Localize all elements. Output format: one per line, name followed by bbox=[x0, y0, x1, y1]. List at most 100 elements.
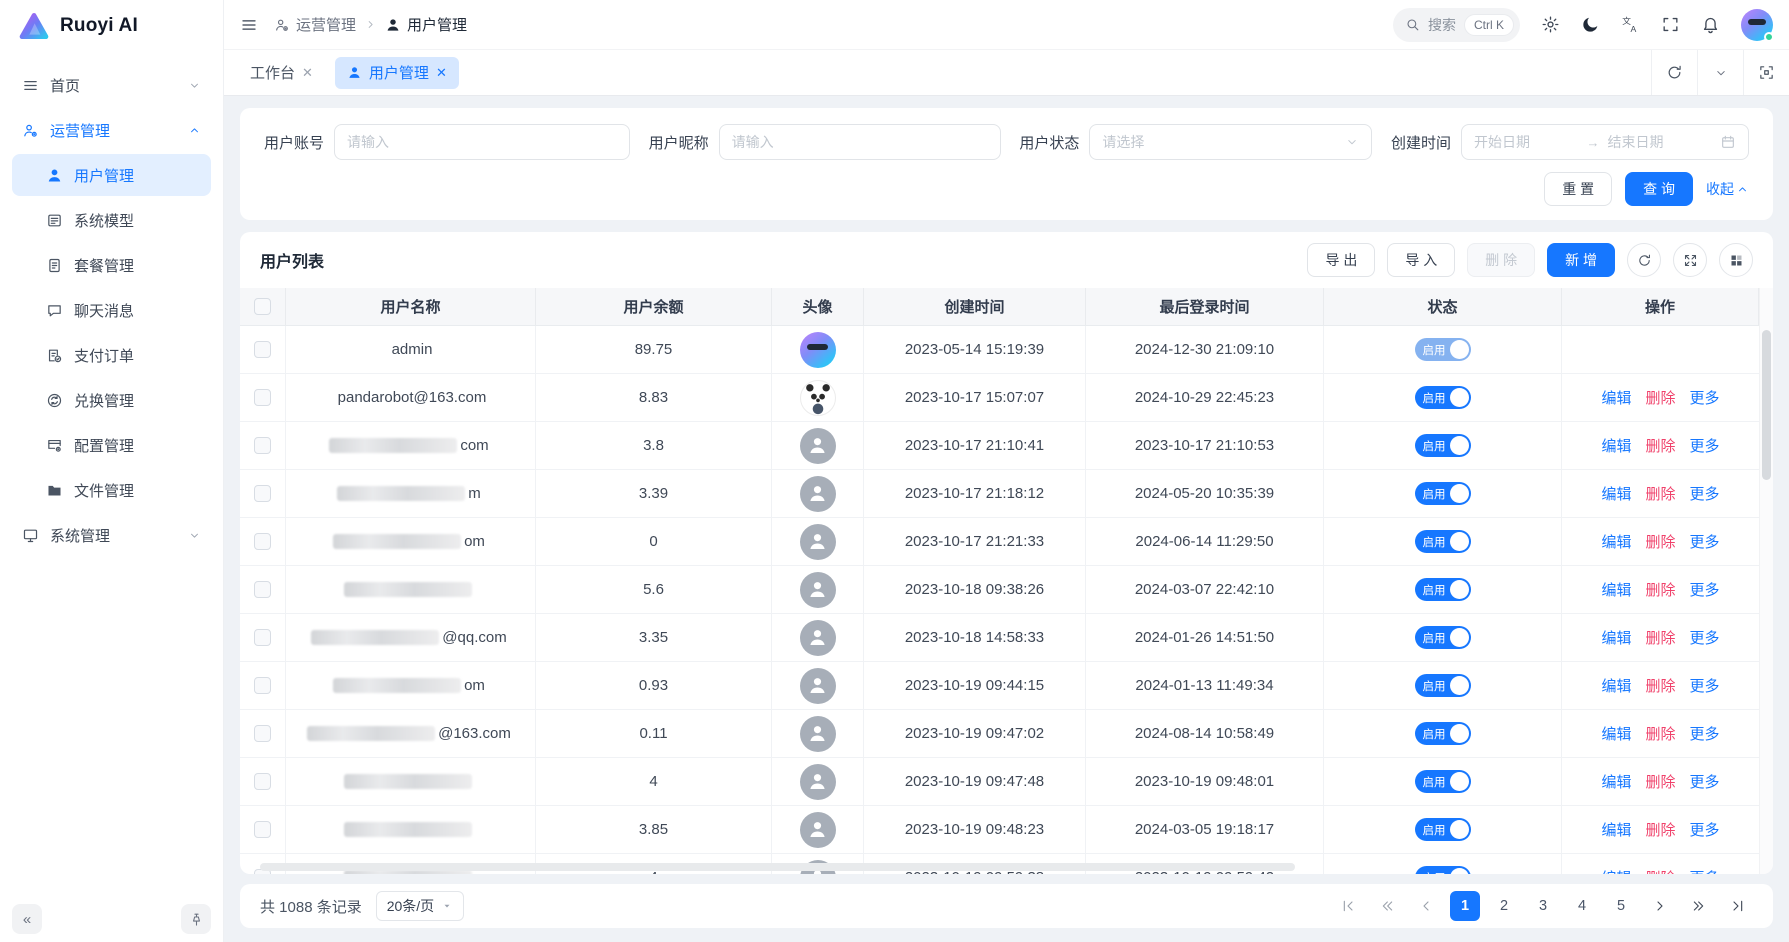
column-settings-button[interactable] bbox=[1719, 243, 1753, 277]
back-5-pages-button[interactable] bbox=[1372, 891, 1402, 921]
row-checkbox[interactable] bbox=[254, 725, 271, 742]
reset-button[interactable]: 重 置 bbox=[1544, 172, 1612, 206]
notifications-bell-icon[interactable] bbox=[1701, 15, 1720, 34]
page-number-button[interactable]: 1 bbox=[1450, 891, 1480, 921]
row-checkbox[interactable] bbox=[254, 341, 271, 358]
more-link[interactable]: 更多 bbox=[1690, 483, 1720, 504]
close-tab-icon[interactable]: ✕ bbox=[436, 65, 447, 81]
row-checkbox[interactable] bbox=[254, 629, 271, 646]
collapse-filter-link[interactable]: 收起 bbox=[1706, 179, 1749, 199]
edit-link[interactable]: 编辑 bbox=[1601, 675, 1631, 696]
more-link[interactable]: 更多 bbox=[1690, 387, 1720, 408]
expand-table-button[interactable] bbox=[1673, 243, 1707, 277]
collapse-sidebar-button[interactable]: « bbox=[12, 904, 42, 934]
row-checkbox[interactable] bbox=[254, 821, 271, 838]
tab-options-button[interactable] bbox=[1697, 50, 1743, 95]
status-toggle[interactable]: 启用 bbox=[1415, 674, 1471, 697]
sidebar-subitem[interactable]: 系统模型 bbox=[12, 199, 211, 241]
status-toggle[interactable]: 启用 bbox=[1415, 722, 1471, 745]
edit-link[interactable]: 编辑 bbox=[1601, 819, 1631, 840]
delete-link[interactable]: 删除 bbox=[1645, 771, 1675, 792]
account-input[interactable] bbox=[334, 124, 630, 160]
delete-link[interactable]: 删除 bbox=[1645, 435, 1675, 456]
search-button[interactable]: 查 询 bbox=[1625, 172, 1693, 206]
hamburger-menu-icon[interactable] bbox=[240, 16, 258, 34]
delete-link[interactable]: 删除 bbox=[1645, 579, 1675, 600]
edit-link[interactable]: 编辑 bbox=[1601, 483, 1631, 504]
next-page-button[interactable] bbox=[1645, 891, 1675, 921]
sidebar-item-system[interactable]: 系统管理 bbox=[12, 514, 211, 556]
nickname-input[interactable] bbox=[719, 124, 1001, 160]
row-checkbox[interactable] bbox=[254, 485, 271, 502]
more-link[interactable]: 更多 bbox=[1690, 627, 1720, 648]
status-toggle[interactable]: 启用 bbox=[1415, 626, 1471, 649]
sidebar-subitem[interactable]: 兑换管理 bbox=[12, 379, 211, 421]
global-search[interactable]: 搜索 Ctrl K bbox=[1393, 8, 1520, 42]
dark-mode-moon-icon[interactable] bbox=[1581, 15, 1600, 34]
language-translate-icon[interactable]: 文A bbox=[1621, 15, 1640, 34]
status-toggle[interactable]: 启用 bbox=[1415, 818, 1471, 841]
status-select[interactable]: 请选择 bbox=[1089, 124, 1372, 160]
vertical-scrollbar-thumb[interactable] bbox=[1762, 330, 1771, 480]
more-link[interactable]: 更多 bbox=[1690, 579, 1720, 600]
delete-link[interactable]: 删除 bbox=[1645, 387, 1675, 408]
edit-link[interactable]: 编辑 bbox=[1601, 627, 1631, 648]
user-avatar[interactable] bbox=[1741, 9, 1773, 41]
delete-link[interactable]: 删除 bbox=[1645, 819, 1675, 840]
more-link[interactable]: 更多 bbox=[1690, 675, 1720, 696]
status-toggle[interactable]: 启用 bbox=[1415, 482, 1471, 505]
status-toggle[interactable]: 启用 bbox=[1415, 530, 1471, 553]
row-checkbox[interactable] bbox=[254, 533, 271, 550]
sidebar-subitem[interactable]: 用户管理 bbox=[12, 154, 211, 196]
row-checkbox[interactable] bbox=[254, 581, 271, 598]
page-size-select[interactable]: 20条/页 bbox=[376, 891, 464, 921]
page-tab[interactable]: 用户管理 ✕ bbox=[335, 57, 459, 89]
first-page-button[interactable] bbox=[1333, 891, 1363, 921]
status-toggle[interactable]: 启用 bbox=[1415, 578, 1471, 601]
last-page-button[interactable] bbox=[1723, 891, 1753, 921]
sidebar-subitem[interactable]: 聊天消息 bbox=[12, 289, 211, 331]
more-link[interactable]: 更多 bbox=[1690, 771, 1720, 792]
sidebar-subitem[interactable]: 支付订单 bbox=[12, 334, 211, 376]
row-checkbox[interactable] bbox=[254, 389, 271, 406]
edit-link[interactable]: 编辑 bbox=[1601, 435, 1631, 456]
edit-link[interactable]: 编辑 bbox=[1601, 387, 1631, 408]
previous-page-button[interactable] bbox=[1411, 891, 1441, 921]
sidebar-subitem[interactable]: 文件管理 bbox=[12, 469, 211, 511]
delete-link[interactable]: 删除 bbox=[1645, 723, 1675, 744]
row-checkbox[interactable] bbox=[254, 677, 271, 694]
edit-link[interactable]: 编辑 bbox=[1601, 723, 1631, 744]
edit-link[interactable]: 编辑 bbox=[1601, 771, 1631, 792]
export-button[interactable]: 导 出 bbox=[1307, 243, 1375, 277]
delete-button[interactable]: 删 除 bbox=[1467, 243, 1535, 277]
row-checkbox[interactable] bbox=[254, 773, 271, 790]
more-link[interactable]: 更多 bbox=[1690, 819, 1720, 840]
delete-link[interactable]: 删除 bbox=[1645, 531, 1675, 552]
status-toggle[interactable]: 启用 bbox=[1415, 338, 1471, 361]
more-link[interactable]: 更多 bbox=[1690, 531, 1720, 552]
page-tab[interactable]: 工作台 ✕ bbox=[238, 57, 325, 89]
content-fullscreen-button[interactable] bbox=[1743, 50, 1789, 95]
close-tab-icon[interactable]: ✕ bbox=[302, 65, 313, 81]
sidebar-item-home[interactable]: 首页 bbox=[12, 64, 211, 106]
pin-sidebar-button[interactable] bbox=[181, 904, 211, 934]
row-checkbox[interactable] bbox=[254, 437, 271, 454]
delete-link[interactable]: 删除 bbox=[1645, 675, 1675, 696]
sidebar-subitem[interactable]: 套餐管理 bbox=[12, 244, 211, 286]
more-link[interactable]: 更多 bbox=[1690, 435, 1720, 456]
add-button[interactable]: 新 增 bbox=[1547, 243, 1615, 277]
select-all-checkbox[interactable] bbox=[254, 298, 271, 315]
page-number-button[interactable]: 5 bbox=[1606, 891, 1636, 921]
status-toggle[interactable]: 启用 bbox=[1415, 386, 1471, 409]
sidebar-subitem[interactable]: 配置管理 bbox=[12, 424, 211, 466]
breadcrumb-parent[interactable]: 运营管理 bbox=[274, 14, 356, 35]
forward-5-pages-button[interactable] bbox=[1684, 891, 1714, 921]
date-range-picker[interactable]: 开始日期 → 结束日期 bbox=[1461, 124, 1749, 160]
refresh-table-button[interactable] bbox=[1627, 243, 1661, 277]
fullscreen-icon[interactable] bbox=[1661, 15, 1680, 34]
sidebar-item-operations[interactable]: 运营管理 bbox=[12, 109, 211, 151]
settings-gear-icon[interactable] bbox=[1541, 15, 1560, 34]
page-number-button[interactable]: 3 bbox=[1528, 891, 1558, 921]
delete-link[interactable]: 删除 bbox=[1645, 483, 1675, 504]
more-link[interactable]: 更多 bbox=[1690, 723, 1720, 744]
